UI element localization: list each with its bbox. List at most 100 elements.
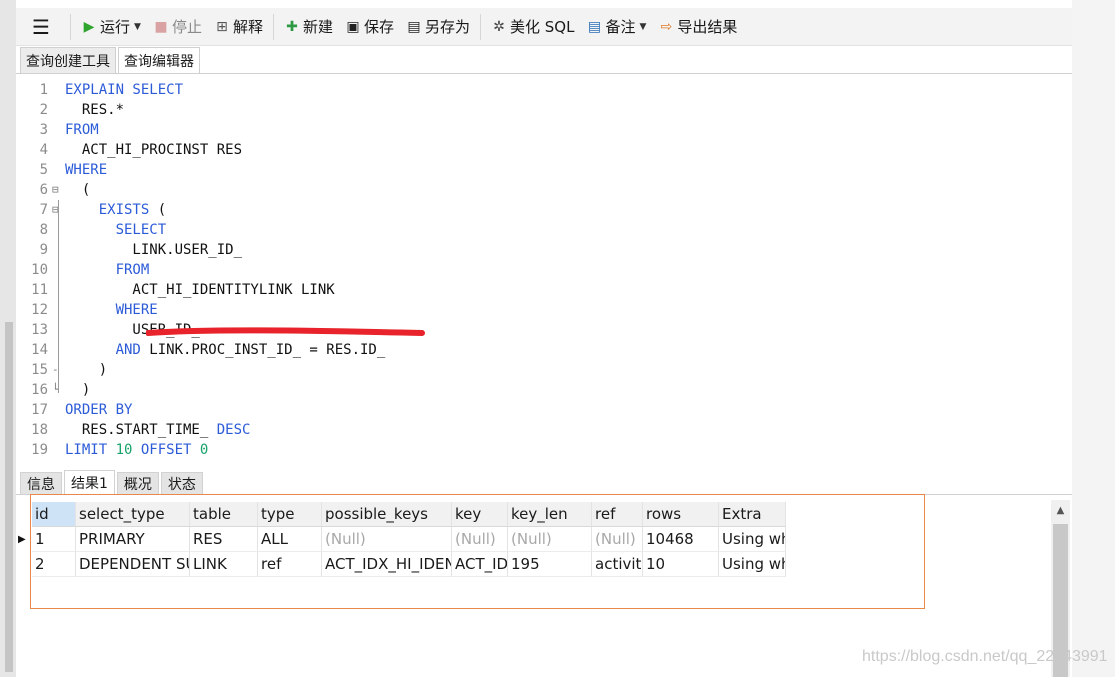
tab-query-editor[interactable]: 查询编辑器 (118, 47, 200, 73)
new-label: 新建 (302, 18, 333, 36)
code-line: 16 └ ) (16, 380, 1056, 400)
code-text: RES.START_TIME_ DESC (65, 420, 251, 440)
sql-token: ) (65, 382, 91, 398)
sql-keyword: WHERE (65, 162, 108, 178)
hamburger-icon: ☰ (32, 14, 50, 39)
stop-button[interactable]: ■ 停止 (147, 12, 208, 42)
code-text: AND LINK.PROC_INST_ID_ = RES.ID_ (65, 340, 386, 360)
line-number: 6 (39, 182, 48, 198)
tab-result1[interactable]: 结果1 (64, 470, 115, 494)
code-line: 8 SELECT (16, 220, 1056, 240)
toolbar-separator (70, 13, 71, 40)
line-number: 16 (31, 382, 48, 398)
line-number: 3 (39, 122, 48, 138)
sql-token: ACT_HI_PROCINST RES (65, 142, 243, 158)
chevron-down-icon[interactable]: ▼ (134, 22, 141, 32)
code-text: LIMIT 10 OFFSET 0 (65, 440, 208, 460)
sql-keyword: LIMIT (65, 442, 116, 458)
explain-button[interactable]: ⊞ 解释 (208, 12, 269, 42)
line-number: 2 (39, 102, 48, 118)
sql-number: 0 (199, 442, 209, 458)
export-label: 导出结果 (677, 18, 738, 36)
toolbar-separator (480, 13, 482, 40)
sql-token: RES.START_TIME_ (65, 422, 217, 438)
sql-keyword: OFFSET (140, 442, 200, 458)
beautify-label: 美化 SQL (510, 18, 575, 36)
export-results-button[interactable]: ⇨ 导出结果 (652, 12, 743, 42)
note-icon: ▤ (587, 18, 602, 35)
sql-token: LINK.USER_ID_ (65, 242, 243, 258)
sql-editor[interactable]: 1 EXPLAIN SELECT 2 RES.* 3 FROM 4 ACT_HI_PROC… (16, 78, 1072, 463)
sql-keyword: SELECT (65, 222, 167, 238)
save-as-button[interactable]: ▤ 另存为 (400, 12, 476, 42)
code-line: 15- ) (16, 360, 1056, 380)
line-number: 4 (39, 142, 48, 158)
tab-query-builder[interactable]: 查询创建工具 (20, 47, 116, 73)
scroll-up-icon[interactable]: ▲ (1051, 500, 1070, 522)
sql-keyword: AND (65, 342, 141, 358)
sql-keyword: ORDER BY (65, 402, 133, 418)
code-line: 6 ⊟ ( (16, 180, 1056, 200)
code-text: EXPLAIN SELECT (65, 80, 183, 100)
line-number: 15 (31, 362, 48, 378)
tab-info[interactable]: 信息 (20, 472, 62, 494)
code-text: SELECT (65, 220, 167, 240)
left-panel-strip (0, 0, 16, 677)
beautify-sql-button[interactable]: ✲ 美化 SQL (485, 12, 580, 42)
sql-keyword: WHERE (65, 302, 158, 318)
code-line: 17 ORDER BY (16, 400, 1056, 420)
new-query-icon: ✚ (286, 18, 298, 35)
watermark: https://blog.csdn.net/qq_22543991 (862, 648, 1108, 665)
tab-status[interactable]: 状态 (160, 472, 203, 494)
line-number: 10 (31, 262, 48, 278)
code-text: WHERE (65, 300, 158, 320)
new-button[interactable]: ✚ 新建 (278, 12, 339, 42)
code-line: 19 LIMIT 10 OFFSET 0 (16, 440, 1056, 460)
menu-button[interactable]: ☰ (22, 12, 60, 42)
run-button[interactable]: ▶ 运行 ▼ (75, 12, 147, 42)
code-line: 3 FROM (16, 120, 1056, 140)
code-line: 5 WHERE (16, 160, 1056, 180)
export-icon: ⇨ (660, 18, 673, 35)
code-text: LINK.USER_ID_ (65, 240, 242, 260)
line-number: 9 (39, 242, 48, 258)
sql-token: ) (65, 362, 108, 378)
save-as-icon: ▤ (407, 18, 421, 35)
save-as-label: 另存为 (425, 18, 471, 36)
explain-label: 解释 (232, 18, 263, 36)
line-number: 5 (39, 162, 48, 178)
tab-profile[interactable]: 概况 (116, 472, 159, 494)
code-text: FROM (65, 120, 99, 140)
note-label: 备注 (605, 18, 636, 36)
code-text: WHERE (65, 160, 107, 180)
code-text: ORDER BY (65, 400, 132, 420)
tab-divider (16, 73, 1072, 74)
line-number: 12 (31, 302, 48, 318)
code-text: ( (65, 180, 90, 200)
line-number: 1 (39, 82, 48, 98)
sql-keyword: FROM (65, 122, 99, 138)
code-text: ACT_HI_IDENTITYLINK LINK (65, 280, 334, 300)
code-text: FROM (65, 260, 150, 280)
save-button[interactable]: ▣ 保存 (339, 12, 400, 42)
code-text: RES.* (65, 100, 124, 120)
code-line: 1 EXPLAIN SELECT (16, 80, 1056, 100)
fold-guide (58, 200, 59, 393)
note-button[interactable]: ▤ 备注 ▼ (580, 12, 652, 42)
run-label: 运行 (100, 18, 131, 36)
stop-icon: ■ (154, 18, 168, 35)
sql-token: ( (65, 182, 91, 198)
code-line: 14 AND LINK.PROC_INST_ID_ = RES.ID_ (16, 340, 1056, 360)
explain-icon: ⊞ (216, 18, 228, 35)
left-scrollbar-thumb[interactable] (5, 322, 13, 672)
fold-toggle-icon[interactable]: ⊟ (52, 180, 64, 200)
code-line: 10 FROM (16, 260, 1056, 280)
sql-keyword: EXPLAIN SELECT (65, 82, 184, 98)
chevron-down-icon[interactable]: ▼ (640, 22, 647, 32)
toolbar: ☰ ▶ 运行 ▼ ■ 停止 ⊞ 解释 ✚ 新建 ▣ 保存 ▤ 另存为 ✲ 美化 … (16, 8, 1072, 46)
redaction-mark (146, 327, 425, 336)
sql-keyword: DESC (216, 422, 251, 438)
line-number: 18 (31, 422, 48, 438)
save-icon: ▣ (346, 18, 360, 35)
code-text: ) (65, 360, 107, 380)
